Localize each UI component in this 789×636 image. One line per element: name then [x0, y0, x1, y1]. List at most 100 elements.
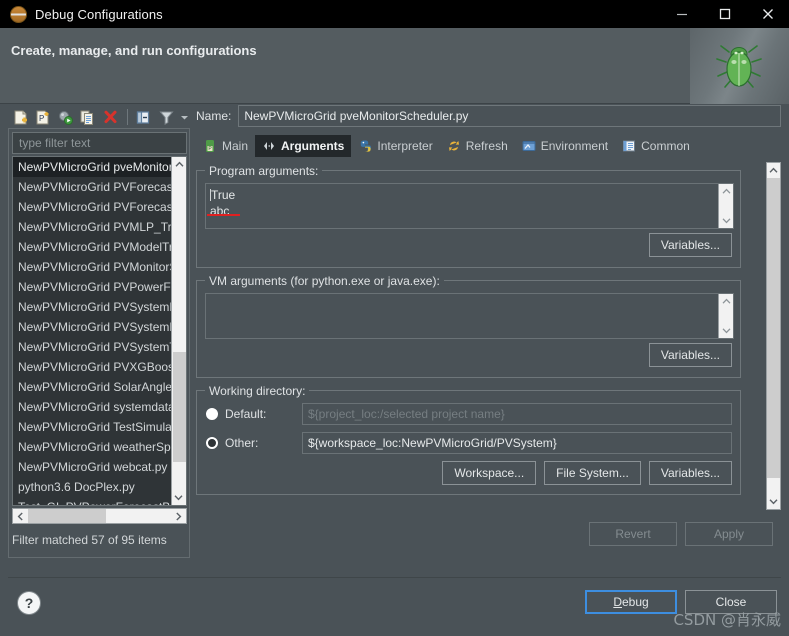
scroll-up-icon[interactable]	[767, 163, 780, 178]
list-item[interactable]: NewPVMicroGrid PVXGBoost.py	[13, 357, 171, 377]
tab-label: Environment	[540, 139, 609, 153]
program-arguments-scrollbar[interactable]	[718, 184, 733, 228]
tab-bar: P Main Arguments Interpreter Refresh Environm…	[196, 135, 781, 157]
working-directory-other-input[interactable]: ${workspace_loc:NewPVMicroGrid/PVSystem}	[302, 432, 732, 454]
tab-label: Arguments	[281, 139, 345, 153]
working-directory-other-radio[interactable]: Other:	[206, 432, 258, 454]
horizontal-scroll-track[interactable]	[28, 509, 171, 523]
working-directory-group: Working directory: Default: ${project_lo…	[196, 384, 741, 495]
duplicate-icon[interactable]	[78, 106, 99, 128]
help-icon[interactable]: ?	[18, 592, 40, 614]
window-title: Debug Configurations	[35, 6, 163, 22]
page-title: Create, manage, and run configurations	[11, 43, 257, 58]
header-band: Create, manage, and run configurations	[0, 28, 789, 104]
working-directory-default-radio[interactable]: Default:	[206, 403, 266, 425]
tab-arguments[interactable]: Arguments	[255, 135, 352, 157]
list-item[interactable]: NewPVMicroGrid PVForecastBP.py	[13, 177, 171, 197]
tab-main[interactable]: P Main	[196, 135, 255, 157]
tab-label: Main	[222, 139, 249, 153]
dialog-footer: ? Debug Close CSDN @肖永威	[0, 578, 789, 636]
list-item[interactable]: NewPVMicroGrid PVModelTrain.py	[13, 237, 171, 257]
list-item[interactable]: NewPVMicroGrid PVSystemTest.py	[13, 337, 171, 357]
scroll-down-icon[interactable]	[172, 490, 185, 505]
delete-icon[interactable]	[100, 106, 121, 128]
list-item[interactable]: NewPVMicroGrid pveMonitorScheduler.py	[13, 157, 171, 177]
tab-common[interactable]: Common	[615, 135, 697, 157]
filter-input[interactable]: type filter text	[12, 132, 187, 154]
list-vertical-scrollbar[interactable]	[171, 157, 186, 505]
tab-environment[interactable]: Environment	[515, 135, 615, 157]
scroll-down-icon[interactable]	[767, 494, 780, 509]
view-menu-caret-icon[interactable]	[179, 106, 190, 128]
program-arguments-variables-button[interactable]: Variables...	[648, 233, 732, 257]
name-label: Name:	[196, 109, 232, 123]
common-icon	[622, 139, 636, 153]
radio-default-indicator	[206, 408, 218, 420]
minimize-icon[interactable]	[660, 0, 703, 28]
apply-button[interactable]: Apply	[685, 522, 773, 546]
list-item[interactable]: NewPVMicroGrid webcat.py	[13, 457, 171, 477]
list-item[interactable]: NewPVMicroGrid weatherSpider.py	[13, 437, 171, 457]
program-argument-line-0: True	[211, 188, 236, 202]
list-item[interactable]: NewPVMicroGrid PVPowerForecast.py	[13, 277, 171, 297]
list-item[interactable]: NewPVMicroGrid SolarAngle.py	[13, 377, 171, 397]
radio-default-label: Default:	[225, 407, 267, 421]
header-artwork	[690, 28, 789, 104]
program-arguments-group: Program arguments: True abc Variables...	[196, 164, 741, 268]
scroll-up-icon[interactable]	[719, 184, 734, 199]
scroll-right-icon[interactable]	[171, 509, 186, 523]
list-item[interactable]: NewPVMicroGrid PVSystemMonitor.py	[13, 317, 171, 337]
arguments-tab-panel: Program arguments: True abc Variables...…	[196, 162, 756, 510]
export-icon[interactable]	[55, 106, 76, 128]
filter-icon[interactable]	[156, 106, 177, 128]
working-directory-variables-button[interactable]: Variables...	[648, 461, 732, 485]
close-icon[interactable]	[746, 0, 789, 28]
tab-interpreter[interactable]: Interpreter	[351, 135, 439, 157]
list-item[interactable]: NewPVMicroGrid systemdata.py	[13, 397, 171, 417]
new-prototype-icon[interactable]: P	[33, 106, 54, 128]
file-system-button[interactable]: File System...	[544, 461, 641, 485]
configurations-panel: P type filter text NewPVMicroGrid pveMon…	[8, 104, 190, 570]
scroll-down-icon[interactable]	[719, 323, 734, 338]
tab-label: Interpreter	[377, 139, 433, 153]
scroll-left-icon[interactable]	[13, 509, 28, 523]
vm-arguments-textarea[interactable]	[205, 293, 734, 339]
list-item[interactable]: NewPVMicroGrid PVSystemDataETL.py	[13, 297, 171, 317]
refresh-icon	[447, 139, 461, 153]
title-bar: Debug Configurations	[0, 0, 789, 28]
list-item[interactable]: NewPVMicroGrid PVForecastLSTM.py	[13, 197, 171, 217]
scroll-down-icon[interactable]	[719, 213, 734, 228]
scroll-up-icon[interactable]	[719, 294, 734, 309]
list-item[interactable]: NewPVMicroGrid TestSimulation.py	[13, 417, 171, 437]
configurations-list[interactable]: NewPVMicroGrid pveMonitorScheduler.pyNew…	[12, 156, 187, 506]
scroll-up-icon[interactable]	[172, 157, 186, 172]
tab-label: Refresh	[465, 139, 508, 153]
vm-arguments-variables-button[interactable]: Variables...	[648, 343, 732, 367]
workspace-button[interactable]: Workspace...	[442, 461, 537, 485]
list-item[interactable]: Test_GL PVPowerForecastBP.py	[13, 497, 171, 505]
list-horizontal-scrollbar[interactable]	[12, 508, 187, 524]
name-input[interactable]: NewPVMicroGrid pveMonitorScheduler.py	[238, 105, 781, 127]
debug-button[interactable]: Debug	[585, 590, 677, 614]
working-directory-legend: Working directory:	[205, 384, 310, 398]
panel-scroll-thumb[interactable]	[767, 178, 780, 478]
revert-button[interactable]: Revert	[589, 522, 677, 546]
configuration-editor: Name: NewPVMicroGrid pveMonitorScheduler…	[196, 104, 781, 570]
list-item[interactable]: NewPVMicroGrid PVMLP_Train.py	[13, 217, 171, 237]
new-launch-configuration-icon[interactable]	[10, 106, 31, 128]
tab-refresh[interactable]: Refresh	[440, 135, 515, 157]
radio-other-label: Other:	[225, 436, 259, 450]
green-bug-icon	[716, 45, 762, 88]
maximize-icon[interactable]	[703, 0, 746, 28]
list-item[interactable]: python3.6 DocPlex.py	[13, 477, 171, 497]
horizontal-scroll-thumb[interactable]	[28, 509, 106, 523]
collapse-all-icon[interactable]	[134, 106, 155, 128]
list-item[interactable]: NewPVMicroGrid PVMonitorScheduler.py	[13, 257, 171, 277]
vm-arguments-scrollbar[interactable]	[718, 294, 733, 338]
program-arguments-textarea[interactable]: True abc	[205, 183, 734, 229]
vm-arguments-value	[206, 294, 733, 300]
filter-status-text: Filter matched 57 of 95 items	[12, 533, 167, 547]
list-scroll-thumb[interactable]	[173, 352, 186, 462]
panel-vertical-scrollbar[interactable]	[766, 162, 781, 510]
python-interpreter-icon	[358, 139, 372, 153]
